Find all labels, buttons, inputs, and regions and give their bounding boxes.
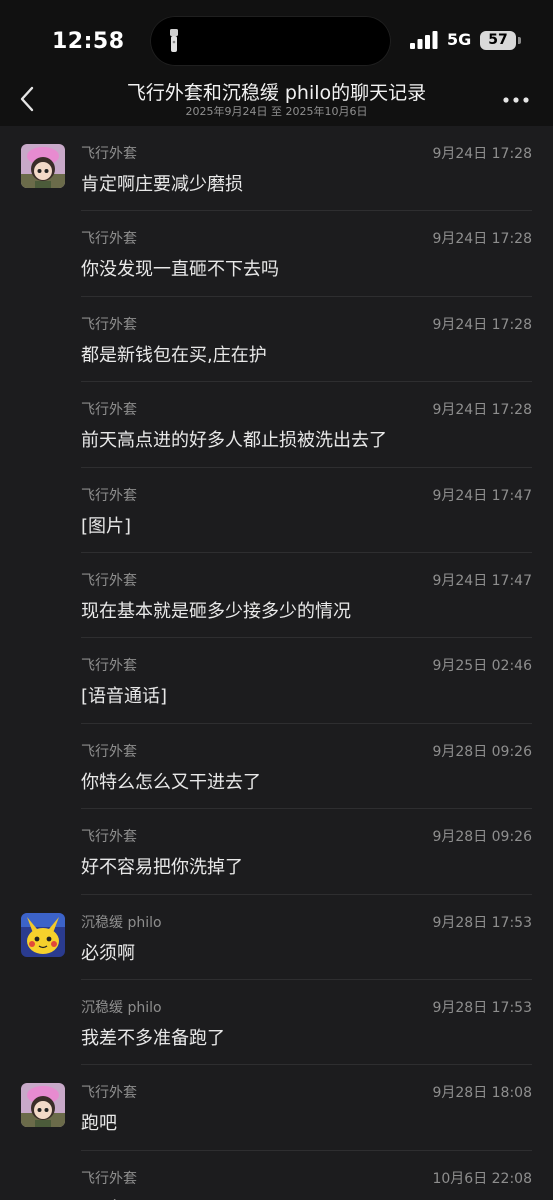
message-text: 都是新钱包在买,庄在护 bbox=[81, 344, 267, 366]
status-bar: 12:58 5G 57 bbox=[0, 0, 553, 80]
sender-name: 飞行外套 bbox=[81, 658, 137, 675]
back-arrow-icon[interactable] bbox=[16, 86, 40, 112]
message-row[interactable]: 沉稳缓 philo 9月28日 17:53 我差不多准备跑了 bbox=[0, 980, 553, 1066]
message-row[interactable]: 飞行外套 9月24日 17:28 肯定啊庄要减少磨损 bbox=[0, 126, 553, 212]
sender-name: 飞行外套 bbox=[81, 316, 137, 333]
message-text: 现在基本就是砸多少接多少的情况 bbox=[81, 600, 351, 622]
battery-indicator: 57 bbox=[480, 31, 516, 50]
message-text: 你特么怎么又干进去了 bbox=[81, 771, 261, 793]
sender-name: 飞行外套 bbox=[81, 146, 137, 162]
message-text: 必须啊 bbox=[81, 942, 135, 964]
message-text: 肯定啊庄要减少磨损 bbox=[81, 174, 243, 195]
sender-name: 沉稳缓 philo bbox=[81, 914, 162, 931]
cellular-signal-icon bbox=[410, 31, 438, 49]
message-time: 9月24日 17:47 bbox=[432, 572, 532, 589]
girl-avatar[interactable] bbox=[21, 1083, 65, 1128]
sender-name: 飞行外套 bbox=[81, 1085, 137, 1102]
battery-tip bbox=[518, 37, 521, 44]
message-text: 你没发现一直砸不下去吗 bbox=[81, 259, 279, 281]
sender-name: 飞行外套 bbox=[81, 402, 137, 419]
message-time: 9月24日 17:28 bbox=[432, 316, 532, 333]
message-time: 9月25日 02:46 bbox=[432, 658, 532, 675]
sender-name: 飞行外套 bbox=[81, 1170, 137, 1187]
message-time: 9月28日 17:53 bbox=[432, 914, 532, 931]
message-row[interactable]: 飞行外套 9月24日 17:47 [图片] bbox=[0, 468, 553, 553]
network-type: 5G bbox=[447, 30, 472, 49]
message-text: 前天高点进的好多人都止损被洗出去了 bbox=[81, 430, 387, 452]
message-time: 9月28日 17:53 bbox=[432, 999, 532, 1016]
sender-name: 飞行外套 bbox=[81, 231, 137, 248]
sender-name: 沉稳缓 philo bbox=[81, 999, 162, 1016]
message-time: 9月24日 17:47 bbox=[432, 487, 532, 504]
sender-name: 飞行外套 bbox=[81, 829, 137, 846]
message-row[interactable]: 沉稳缓 philo 9月28日 17:53 必须啊 bbox=[0, 895, 553, 980]
message-text: [语音] 2" bbox=[81, 1195, 157, 1200]
message-text: [图片] bbox=[81, 515, 132, 537]
message-time: 9月28日 09:26 bbox=[432, 829, 532, 846]
message-row[interactable]: 飞行外套 9月24日 17:28 你没发现一直砸不下去吗 bbox=[0, 211, 553, 297]
message-row[interactable]: 飞行外套 9月24日 17:28 都是新钱包在买,庄在护 bbox=[0, 297, 553, 383]
sender-name: 飞行外套 bbox=[81, 572, 137, 589]
message-text: [语音通话] bbox=[81, 686, 168, 708]
message-row[interactable]: 飞行外套 9月24日 17:47 现在基本就是砸多少接多少的情况 bbox=[0, 553, 553, 639]
message-text: 跑吧 bbox=[81, 1113, 117, 1135]
dynamic-island bbox=[150, 16, 391, 66]
date-range: 2025年9月24日 至 2025年10月6日 bbox=[185, 105, 368, 118]
message-row[interactable]: 飞行外套 9月28日 09:26 好不容易把你洗掉了 bbox=[0, 809, 553, 895]
message-row[interactable]: 飞行外套 9月28日 18:08 跑吧 bbox=[0, 1065, 553, 1151]
sender-name: 飞行外套 bbox=[81, 743, 137, 760]
status-time: 12:58 bbox=[52, 29, 125, 54]
chat-history-header: 飞行外套和沉稳缓 philo的聊天记录 2025年9月24日 至 2025年10… bbox=[0, 72, 553, 126]
message-row[interactable]: 飞行外套 9月25日 02:46 [语音通话] bbox=[0, 638, 553, 724]
message-time: 9月24日 17:28 bbox=[432, 146, 532, 162]
message-text: 我差不多准备跑了 bbox=[81, 1027, 225, 1049]
girl-avatar[interactable] bbox=[21, 144, 65, 188]
page-title: 飞行外套和沉稳缓 philo的聊天记录 bbox=[126, 82, 427, 104]
flashlight-icon bbox=[170, 29, 178, 52]
message-row[interactable]: 飞行外套 9月28日 09:26 你特么怎么又干进去了 bbox=[0, 724, 553, 810]
pikachu-avatar[interactable] bbox=[21, 912, 65, 957]
message-row[interactable]: 飞行外套 10月6日 22:08 [语音] 2" bbox=[0, 1151, 553, 1200]
message-text: 好不容易把你洗掉了 bbox=[81, 857, 243, 879]
more-options-icon[interactable] bbox=[502, 96, 530, 104]
message-time: 9月24日 17:28 bbox=[432, 402, 532, 419]
message-time: 10月6日 22:08 bbox=[432, 1170, 532, 1187]
message-time: 9月28日 09:26 bbox=[432, 743, 532, 760]
sender-name: 飞行外套 bbox=[81, 487, 137, 504]
message-list[interactable]: 飞行外套 9月24日 17:28 肯定啊庄要减少磨损 飞行外套 9月24日 17:28 你… bbox=[0, 126, 553, 1200]
message-row[interactable]: 飞行外套 9月24日 17:28 前天高点进的好多人都止损被洗出去了 bbox=[0, 382, 553, 468]
message-time: 9月28日 18:08 bbox=[432, 1085, 532, 1102]
message-time: 9月24日 17:28 bbox=[432, 231, 532, 248]
